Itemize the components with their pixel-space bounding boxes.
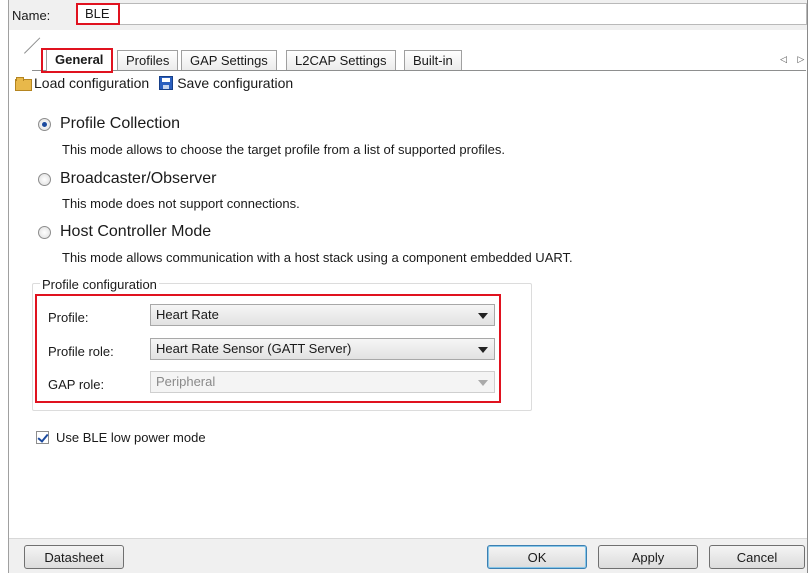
cancel-button[interactable]: Cancel <box>709 545 805 569</box>
broadcaster-observer-label: Broadcaster/Observer <box>60 170 217 187</box>
profile-label: Profile: <box>48 310 89 325</box>
host-controller-label: Host Controller Mode <box>60 223 212 240</box>
tab-profiles[interactable]: Profiles <box>117 50 179 70</box>
load-configuration-label: Load configuration <box>34 75 150 91</box>
folder-open-icon <box>15 77 32 91</box>
profile-collection-description: This mode allows to choose the target pr… <box>62 142 505 157</box>
gap-role-select: Peripheral <box>150 371 495 393</box>
name-input[interactable]: BLE <box>77 3 807 25</box>
tab-l2cap-settings[interactable]: L2CAP Settings <box>286 50 396 70</box>
host-controller-description: This mode allows communication with a ho… <box>62 250 573 265</box>
gap-role-label: GAP role: <box>48 377 105 392</box>
toolbar: Load configuration Save configuration <box>9 72 299 94</box>
datasheet-button[interactable]: Datasheet <box>24 545 124 569</box>
host-controller-radio[interactable] <box>38 225 51 239</box>
broadcaster-observer-description: This mode does not support connections. <box>62 196 300 211</box>
save-configuration-label: Save configuration <box>177 75 294 91</box>
chevron-down-icon <box>478 347 488 353</box>
mode-profile-collection[interactable]: Profile Collection <box>38 115 180 133</box>
profile-role-select-value: Heart Rate Sensor (GATT Server) <box>156 341 352 356</box>
save-configuration-button[interactable]: Save configuration <box>155 75 293 91</box>
ok-button[interactable]: OK <box>487 545 587 569</box>
tab-scroll-arrows[interactable]: ◁ ▷ <box>780 54 808 65</box>
chevron-down-icon <box>478 313 488 319</box>
low-power-label: Use BLE low power mode <box>56 430 206 445</box>
general-tab-highlight-box <box>41 48 113 73</box>
floppy-disk-icon <box>159 76 174 90</box>
profile-role-select[interactable]: Heart Rate Sensor (GATT Server) <box>150 338 495 360</box>
profile-configuration-title: Profile configuration <box>40 277 159 292</box>
name-highlight-box <box>76 3 120 25</box>
broadcaster-observer-radio[interactable] <box>38 172 51 186</box>
tab-gap-settings[interactable]: GAP Settings <box>181 50 277 70</box>
profile-role-label: Profile role: <box>48 344 114 359</box>
load-configuration-button[interactable]: Load configuration <box>9 75 149 91</box>
profile-select[interactable]: Heart Rate <box>150 304 495 326</box>
tab-built-in[interactable]: Built-in <box>404 50 462 70</box>
chevron-down-icon <box>478 380 488 386</box>
mode-broadcaster-observer[interactable]: Broadcaster/Observer <box>38 170 217 188</box>
window-right-edge <box>807 0 808 573</box>
name-row: Name: BLE <box>9 0 807 30</box>
profile-collection-label: Profile Collection <box>60 115 181 132</box>
mode-host-controller[interactable]: Host Controller Mode <box>38 223 211 241</box>
low-power-option[interactable]: Use BLE low power mode <box>36 430 206 445</box>
gap-role-select-value: Peripheral <box>156 374 216 389</box>
name-label: Name: <box>12 8 51 23</box>
low-power-checkbox[interactable] <box>36 431 49 444</box>
apply-button[interactable]: Apply <box>598 545 698 569</box>
profile-select-value: Heart Rate <box>156 307 219 322</box>
tab-baseline <box>32 70 806 71</box>
profile-collection-radio[interactable] <box>38 117 51 131</box>
